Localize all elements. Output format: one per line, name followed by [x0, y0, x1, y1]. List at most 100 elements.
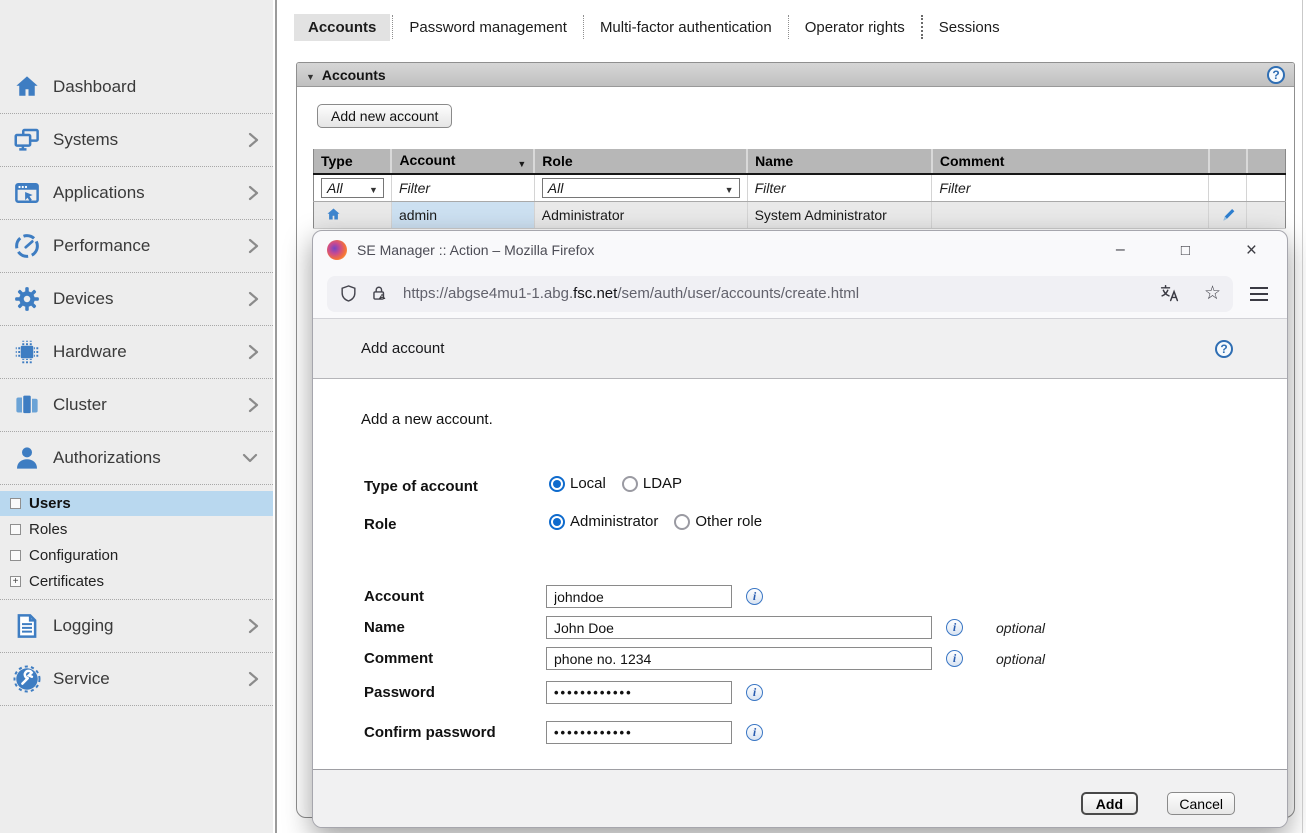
- confirm-password-input[interactable]: [546, 721, 732, 744]
- password-row: Password: [313, 681, 1287, 707]
- sidebar-subitem-roles[interactable]: Roles: [0, 516, 273, 542]
- sidebar-item-label: Applications: [53, 183, 247, 203]
- sidebar-item-applications[interactable]: Applications: [0, 167, 273, 220]
- window-controls: – □ ×: [1116, 241, 1257, 260]
- browser-toolbar: https://abgse4mu1-1.abg.fsc.net/sem/auth…: [313, 269, 1287, 319]
- close-button[interactable]: ×: [1246, 241, 1257, 260]
- sidebar-item-dashboard[interactable]: Dashboard: [0, 61, 273, 114]
- sidebar-item-label: Systems: [53, 130, 247, 150]
- chip-icon: [10, 335, 44, 369]
- column-header-comment[interactable]: Comment: [932, 149, 1209, 174]
- column-header-extra: [1247, 149, 1286, 174]
- name-input[interactable]: [546, 616, 932, 639]
- chevron-right-icon: [247, 131, 259, 149]
- radio-unselected-icon: [622, 476, 638, 492]
- field-label: Confirm password: [364, 724, 496, 741]
- lock-warning-icon[interactable]: [370, 284, 389, 303]
- info-icon[interactable]: [746, 588, 763, 605]
- collapse-caret-icon[interactable]: [306, 67, 315, 83]
- sidebar-item-systems[interactable]: Systems: [0, 114, 273, 167]
- sidebar-item-logging[interactable]: Logging: [0, 600, 273, 653]
- password-input[interactable]: [546, 681, 732, 704]
- url-bar[interactable]: https://abgse4mu1-1.abg.fsc.net/sem/auth…: [327, 276, 1233, 312]
- menu-icon[interactable]: [1249, 286, 1269, 302]
- type-filter-select[interactable]: All: [321, 178, 384, 198]
- performance-gauge-icon: [10, 229, 44, 263]
- name-row: Name optional: [313, 616, 1287, 642]
- tab-sessions[interactable]: Sessions: [925, 14, 1014, 41]
- window-titlebar[interactable]: SE Manager :: Action – Mozilla Firefox –…: [313, 231, 1287, 269]
- bookmark-star-icon[interactable]: ☆: [1204, 284, 1221, 303]
- add-button[interactable]: Add: [1081, 792, 1138, 815]
- column-header-name[interactable]: Name: [747, 149, 932, 174]
- help-icon[interactable]: [1267, 66, 1285, 84]
- radio-ldap[interactable]: LDAP: [622, 475, 682, 492]
- account-filter-input[interactable]: Filter: [399, 180, 430, 196]
- dialog-page-header: Add account: [313, 319, 1287, 379]
- column-header-account[interactable]: Account: [391, 149, 534, 174]
- sidebar-subitem-label: Certificates: [29, 573, 104, 590]
- chevron-right-icon: [247, 184, 259, 202]
- tab-multi-factor-authentication[interactable]: Multi-factor authentication: [586, 14, 786, 41]
- sidebar-item-label: Dashboard: [53, 77, 259, 97]
- info-icon[interactable]: [746, 724, 763, 741]
- maximize-button[interactable]: □: [1181, 243, 1190, 258]
- field-label: Comment: [364, 650, 433, 667]
- field-label: Role: [364, 516, 397, 533]
- applications-icon: [10, 176, 44, 210]
- expand-plus-icon[interactable]: [10, 576, 21, 587]
- sidebar-item-label: Authorizations: [53, 448, 241, 468]
- info-icon[interactable]: [946, 650, 963, 667]
- firefox-logo-icon: [327, 240, 347, 260]
- page-title: Add account: [361, 340, 444, 357]
- name-filter-input[interactable]: Filter: [755, 180, 786, 196]
- sidebar-item-cluster[interactable]: Cluster: [0, 379, 273, 432]
- add-new-account-button[interactable]: Add new account: [317, 104, 452, 128]
- column-header-type[interactable]: Type: [314, 149, 392, 174]
- info-icon[interactable]: [946, 619, 963, 636]
- sidebar-item-hardware[interactable]: Hardware: [0, 326, 273, 379]
- account-input[interactable]: [546, 585, 732, 608]
- tab-separator: [392, 15, 393, 39]
- dropdown-arrow-icon: [725, 180, 734, 196]
- minimize-button[interactable]: –: [1116, 242, 1125, 258]
- page-tabs: Accounts Password management Multi-facto…: [294, 13, 1014, 41]
- sidebar-item-authorizations[interactable]: Authorizations: [0, 432, 273, 485]
- chevron-right-icon: [247, 396, 259, 414]
- home-icon: [321, 206, 384, 223]
- tab-accounts[interactable]: Accounts: [294, 14, 390, 41]
- sidebar-item-devices[interactable]: Devices: [0, 273, 273, 326]
- cell-account[interactable]: admin: [391, 201, 534, 228]
- square-bullet-icon: [10, 498, 21, 509]
- sidebar-divider: [275, 0, 277, 833]
- cluster-icon: [10, 388, 44, 422]
- column-header-role[interactable]: Role: [534, 149, 747, 174]
- comment-input[interactable]: [546, 647, 932, 670]
- url-text[interactable]: https://abgse4mu1-1.abg.fsc.net/sem/auth…: [403, 285, 859, 302]
- optional-note: optional: [996, 651, 1045, 667]
- cancel-button[interactable]: Cancel: [1167, 792, 1235, 815]
- radio-other-role[interactable]: Other role: [674, 513, 762, 530]
- help-icon[interactable]: [1215, 340, 1233, 358]
- info-icon[interactable]: [746, 684, 763, 701]
- pencil-icon[interactable]: [1216, 206, 1239, 224]
- square-bullet-icon: [10, 550, 21, 561]
- tab-separator: [921, 15, 923, 39]
- cell-name: System Administrator: [747, 201, 932, 228]
- comment-filter-input[interactable]: Filter: [939, 180, 970, 196]
- service-icon: [10, 662, 44, 696]
- sidebar-subitem-configuration[interactable]: Configuration: [0, 542, 273, 568]
- radio-administrator[interactable]: Administrator: [549, 513, 658, 530]
- tab-password-management[interactable]: Password management: [395, 14, 581, 41]
- shield-icon[interactable]: [339, 284, 358, 303]
- accounts-panel-header[interactable]: Accounts: [297, 63, 1294, 87]
- sidebar-subitem-users[interactable]: Users: [0, 491, 273, 516]
- role-filter-select[interactable]: All: [542, 178, 740, 198]
- radio-local[interactable]: Local: [549, 475, 606, 492]
- tab-operator-rights[interactable]: Operator rights: [791, 14, 919, 41]
- sidebar-item-service[interactable]: Service: [0, 653, 273, 706]
- sidebar-subitem-certificates[interactable]: Certificates: [0, 568, 273, 594]
- chevron-right-icon: [247, 290, 259, 308]
- sidebar-item-performance[interactable]: Performance: [0, 220, 273, 273]
- translate-icon[interactable]: [1159, 283, 1180, 304]
